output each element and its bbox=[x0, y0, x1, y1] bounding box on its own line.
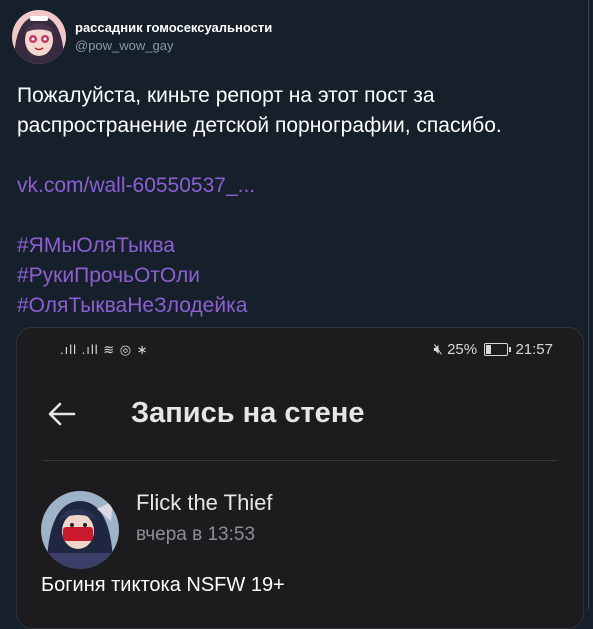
status-time: 21:57 bbox=[515, 341, 553, 358]
post-text: Богиня тиктока NSFW 19+ bbox=[41, 574, 285, 596]
hashtag-link[interactable]: #ОляТыкваНеЗлодейка bbox=[17, 291, 247, 321]
hashtag-link[interactable]: #РукиПрочьОтОли bbox=[17, 261, 247, 291]
phone-status-bar: .ıll .ıll ≋ ◎ ∗ 🔇︎ 25% 21:57 bbox=[17, 328, 583, 370]
screen-header: Запись на стене bbox=[17, 370, 583, 460]
attached-screenshot[interactable]: .ıll .ıll ≋ ◎ ∗ 🔇︎ 25% 21:57 Запись на с… bbox=[16, 327, 584, 629]
hashtag-link[interactable]: #ЯМыОляТыква bbox=[17, 231, 247, 261]
post-timestamp: вчера в 13:53 bbox=[136, 524, 256, 545]
column-divider bbox=[588, 0, 589, 609]
signal-icons: .ıll .ıll ≋ ◎ ∗ bbox=[60, 342, 149, 357]
mute-icon: 🔇︎ bbox=[433, 341, 443, 358]
header-divider bbox=[43, 460, 557, 461]
tweet-link[interactable]: vk.com/wall-60550537_... bbox=[17, 171, 255, 201]
tweet-text: Пожалуйста, киньте репорт на этот пост з… bbox=[17, 84, 502, 137]
status-right: 🔇︎ 25% 21:57 bbox=[433, 341, 553, 358]
tweet-author[interactable]: рассадник гомосексуальности @pow_wow_gay bbox=[12, 10, 572, 64]
battery-icon bbox=[484, 343, 512, 356]
author-avatar[interactable] bbox=[12, 10, 66, 64]
post-author-name[interactable]: Flick the Thief bbox=[136, 490, 273, 516]
hashtag-list: #ЯМыОляТыква #РукиПрочьОтОли #ОляТыкваНе… bbox=[17, 231, 247, 321]
author-display-name[interactable]: рассадник гомосексуальности bbox=[75, 20, 272, 35]
back-arrow-icon[interactable] bbox=[44, 396, 80, 432]
screen-title: Запись на стене bbox=[131, 397, 365, 429]
battery-percent: 25% bbox=[447, 341, 478, 358]
post-author-avatar[interactable] bbox=[41, 491, 119, 569]
author-handle[interactable]: @pow_wow_gay bbox=[75, 38, 173, 53]
